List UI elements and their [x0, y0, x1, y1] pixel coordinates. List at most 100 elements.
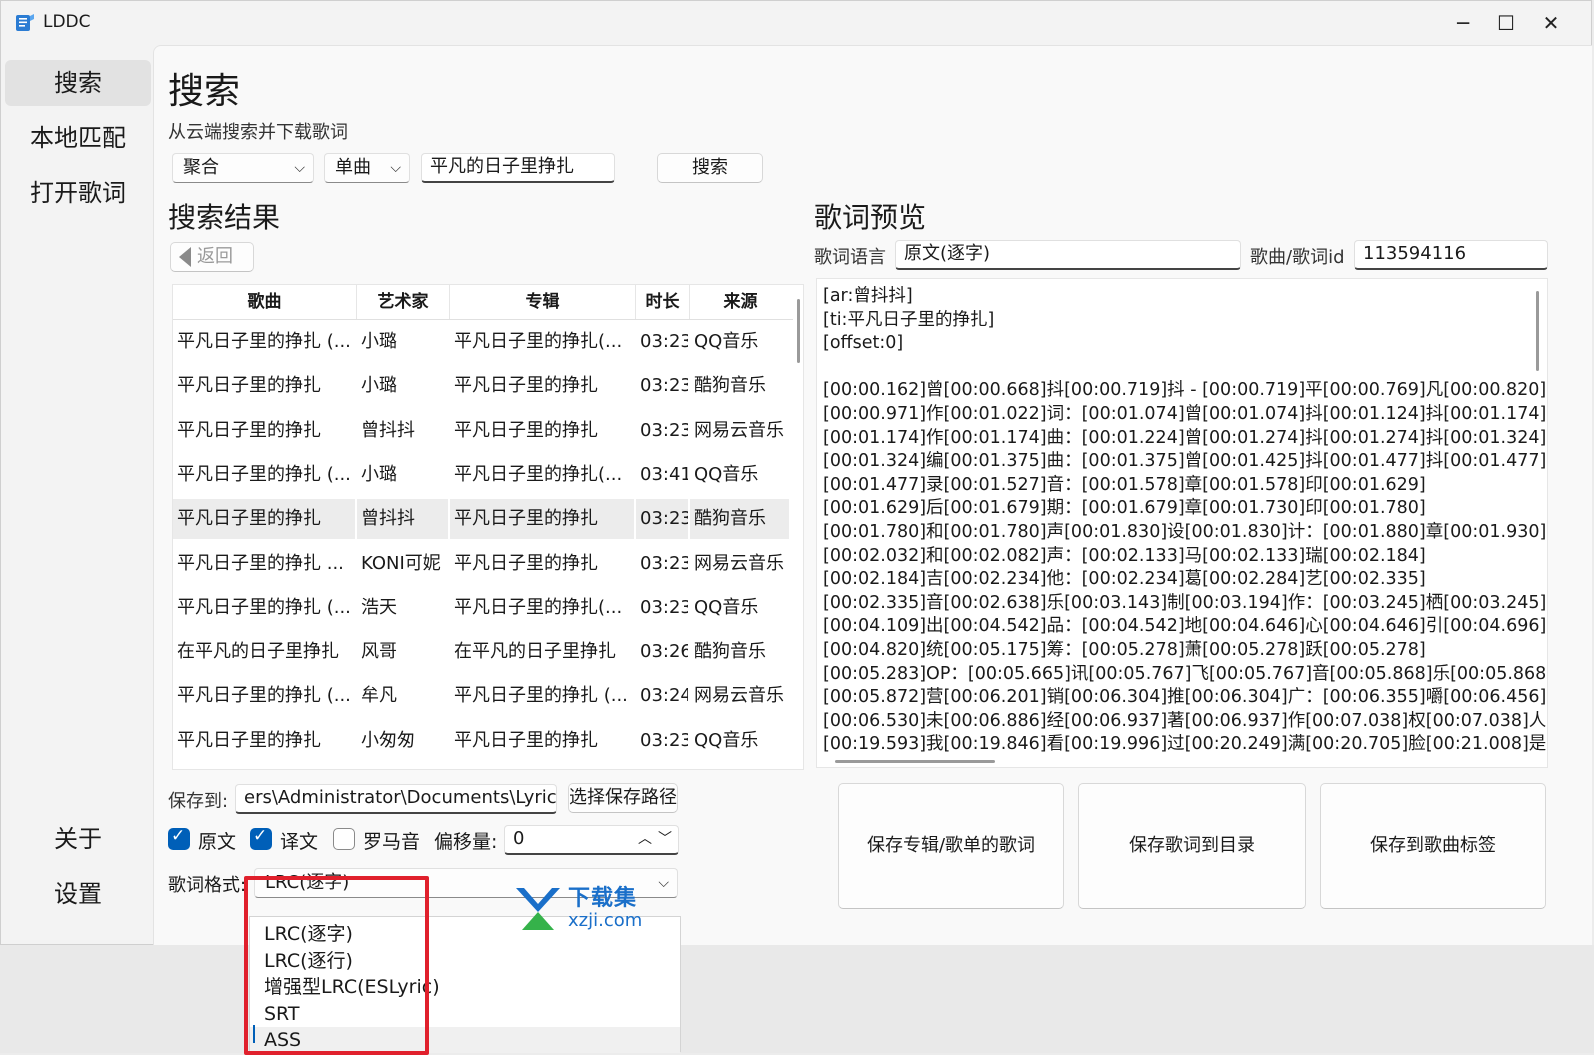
original-checkbox[interactable] — [168, 826, 190, 850]
lyrics-line: [00:01.780]和[00:01.780]声[00:01.830]设[00:… — [823, 522, 1548, 542]
maximize-button[interactable]: ☐ — [1484, 7, 1528, 39]
table-row[interactable]: 平凡日子里的挣扎 曾抖抖 平凡日子里的挣扎 03:23 酷狗音乐 — [173, 497, 793, 541]
table-row[interactable]: 平凡日子里的挣扎 小璐 平凡日子里的挣扎 03:23 酷狗音乐 — [173, 364, 793, 408]
type-select-value: 单曲 — [335, 157, 371, 178]
table-scrollbar[interactable] — [797, 299, 800, 363]
search-input[interactable]: 平凡的日子里挣扎 — [421, 153, 615, 183]
cell-source: 酷狗音乐 — [694, 641, 766, 663]
romaji-checkbox-label: 罗马音 — [363, 831, 421, 853]
app-logo-icon — [16, 14, 34, 31]
table-row[interactable]: 在平凡的日子里挣扎 风哥 在平凡的日子里挣扎 03:26 酷狗音乐 — [173, 630, 793, 674]
cell-album: 平凡日子里的挣扎 — [454, 375, 598, 397]
table-row[interactable]: 平凡日子里的挣扎 曾抖抖 平凡日子里的挣扎 03:23 网易云音乐 — [173, 409, 793, 453]
column-header-artist[interactable]: 艺术家 — [357, 285, 450, 319]
preview-title: 歌词预览 — [814, 201, 927, 234]
results-table[interactable]: 歌曲 艺术家 专辑 时长 来源 平凡日子里的挣扎 (... 小璐 平凡日子里的挣扎(… — [172, 284, 804, 770]
cell-song: 平凡日子里的挣扎 — [177, 375, 321, 397]
offset-spinbox[interactable]: 0 ︿ ﹀ — [504, 825, 679, 855]
translation-checkbox[interactable] — [250, 826, 272, 850]
save-lyrics-to-directory-button[interactable]: 保存歌词到目录 — [1078, 783, 1306, 909]
source-select[interactable]: 聚合 ⌵ — [172, 153, 314, 183]
save-path-field[interactable]: ers\Administrator\Documents\Lyrics — [235, 784, 557, 814]
cell-song: 平凡日子里的挣扎 — [177, 419, 321, 441]
back-button-label: 返回 — [197, 246, 233, 267]
minimize-button[interactable]: ─ — [1441, 7, 1485, 39]
cell-song: 平凡日子里的挣扎 — [177, 729, 321, 751]
cell-album: 平凡日子里的挣扎 — [454, 552, 598, 574]
cell-source: 网易云音乐 — [694, 419, 784, 441]
romaji-checkbox[interactable] — [333, 828, 355, 850]
main-window: LDDC ─ ☐ ✕ 搜索 本地匹配 打开歌词 关于 设置 搜索 从云端搜索并下… — [0, 0, 1592, 945]
table-row[interactable]: 平凡日子里的挣扎 (... 浩天 平凡日子里的挣扎(... 03:23 QQ音乐 — [173, 586, 793, 630]
content-area: 搜索 从云端搜索并下载歌词 聚合 ⌵ 单曲 ⌵ 平凡的日子里挣扎 搜索 搜索结果… — [153, 45, 1592, 945]
song-id-field[interactable]: 113594116 — [1354, 240, 1548, 270]
highlight-box — [244, 876, 429, 1055]
lyrics-preview[interactable]: [ar:曾抖抖] [ti:平凡日子里的挣扎] [offset:0] [00:00.16… — [816, 278, 1548, 768]
lyrics-vertical-scrollbar[interactable] — [1536, 291, 1539, 371]
results-title: 搜索结果 — [168, 201, 281, 234]
back-button[interactable]: 返回 — [170, 242, 254, 272]
cell-album: 平凡日子里的挣扎 (... — [454, 685, 628, 707]
save-album-playlist-lyrics-button[interactable]: 保存专辑/歌单的歌词 — [838, 783, 1064, 909]
save-to-label: 保存到: — [168, 791, 229, 812]
lyrics-line: [00:04.109]出[00:04.542]品：[00:04.542]地[00… — [823, 616, 1548, 637]
cell-source: 网易云音乐 — [694, 685, 784, 707]
cell-source: QQ音乐 — [694, 331, 759, 352]
original-checkbox-label: 原文 — [198, 831, 237, 853]
table-row[interactable]: 平凡日子里的挣扎 (... 小璐 平凡日子里的挣扎(... 03:41 QQ音乐 — [173, 453, 793, 497]
sidebar-item-local-match[interactable]: 本地匹配 — [5, 115, 151, 161]
sidebar: 搜索 本地匹配 打开歌词 关于 设置 — [1, 45, 153, 945]
choose-save-path-button[interactable]: 选择保存路径 — [568, 783, 678, 813]
lyrics-line: [ar:曾抖抖] — [823, 286, 913, 306]
cell-duration: 03:23 — [640, 419, 688, 441]
cell-song: 平凡日子里的挣扎 — [173, 499, 355, 540]
title-bar: LDDC ─ ☐ ✕ — [1, 1, 1591, 45]
cell-duration: 03:24 — [640, 685, 688, 707]
lyrics-line: [00:02.184]吉[00:02.234]他：[00:02.234]葛[00… — [823, 569, 1426, 590]
chevron-up-icon[interactable]: ︿ — [638, 826, 652, 852]
save-to-song-tags-button[interactable]: 保存到歌曲标签 — [1320, 783, 1546, 909]
cell-artist: 风哥 — [361, 641, 397, 663]
column-header-source[interactable]: 来源 — [690, 285, 791, 319]
cell-source: 酷狗音乐 — [690, 499, 789, 540]
sidebar-item-settings[interactable]: 设置 — [5, 871, 151, 917]
lyrics-line: [00:04.820]统[00:05.175]筹：[00:05.278]萧[00… — [823, 640, 1426, 660]
table-row[interactable]: 平凡日子里的挣扎 (... 小璐 平凡日子里的挣扎(... 03:23 QQ音乐 — [173, 320, 793, 364]
table-row[interactable]: 平凡日子里的挣扎 ... KONI可妮 平凡日子里的挣扎 03:23 网易云音乐 — [173, 542, 793, 586]
cell-artist: 牟凡 — [361, 685, 397, 707]
lyrics-line: [ti:平凡日子里的挣扎] — [823, 309, 995, 330]
table-header: 歌曲 艺术家 专辑 时长 来源 — [173, 285, 793, 320]
cell-album: 平凡日子里的挣扎 — [454, 419, 598, 441]
back-arrow-icon — [179, 247, 191, 267]
column-header-duration[interactable]: 时长 — [636, 285, 690, 319]
lyrics-language-field[interactable]: 原文(逐字) — [895, 240, 1241, 270]
app-title: LDDC — [43, 12, 91, 32]
column-header-song[interactable]: 歌曲 — [173, 285, 357, 319]
lyrics-line: [00:19.593]我[00:19.846]看[00:19.996]过[00:… — [823, 734, 1548, 755]
lyrics-line: [00:01.629]后[00:01.679]期：[00:01.679]章[00… — [823, 498, 1426, 519]
chevron-down-icon[interactable]: ﹀ — [658, 826, 672, 852]
lyrics-horizontal-scrollbar[interactable] — [835, 760, 995, 763]
sidebar-item-open-lyrics[interactable]: 打开歌词 — [5, 170, 151, 216]
sidebar-item-search[interactable]: 搜索 — [5, 60, 151, 106]
table-row[interactable]: 平凡日子里的挣扎 小匆匆 平凡日子里的挣扎 03:23 QQ音乐 — [173, 719, 793, 763]
watermark-logo-icon — [516, 888, 560, 930]
cell-song: 在平凡的日子里挣扎 — [177, 641, 339, 663]
cell-source: QQ音乐 — [694, 463, 759, 485]
lyrics-line: [00:01.477]录[00:01.527]音：[00:01.578]章[00… — [823, 474, 1426, 495]
chevron-down-icon: ⌵ — [658, 875, 669, 891]
page-title: 搜索 — [168, 71, 241, 112]
source-select-value: 聚合 — [183, 157, 219, 178]
sidebar-item-about[interactable]: 关于 — [5, 816, 151, 862]
cell-duration: 03:23 — [640, 729, 688, 751]
lyrics-line: [00:01.174]作[00:01.174]曲：[00:01.224]曾[00… — [823, 427, 1547, 448]
cell-song: 平凡日子里的挣扎 (... — [177, 331, 351, 352]
watermark: 下载集 xzji.com — [512, 880, 652, 940]
type-select[interactable]: 单曲 ⌵ — [324, 153, 410, 183]
search-button[interactable]: 搜索 — [657, 153, 763, 183]
column-header-album[interactable]: 专辑 — [450, 285, 636, 319]
cell-artist: KONI可妮 — [361, 552, 441, 574]
table-row[interactable]: 平凡日子里的挣扎 (... 牟凡 平凡日子里的挣扎 (... 03:24 网易云音乐 — [173, 674, 793, 718]
close-button[interactable]: ✕ — [1529, 7, 1573, 39]
cell-album: 平凡日子里的挣扎 — [450, 499, 634, 540]
